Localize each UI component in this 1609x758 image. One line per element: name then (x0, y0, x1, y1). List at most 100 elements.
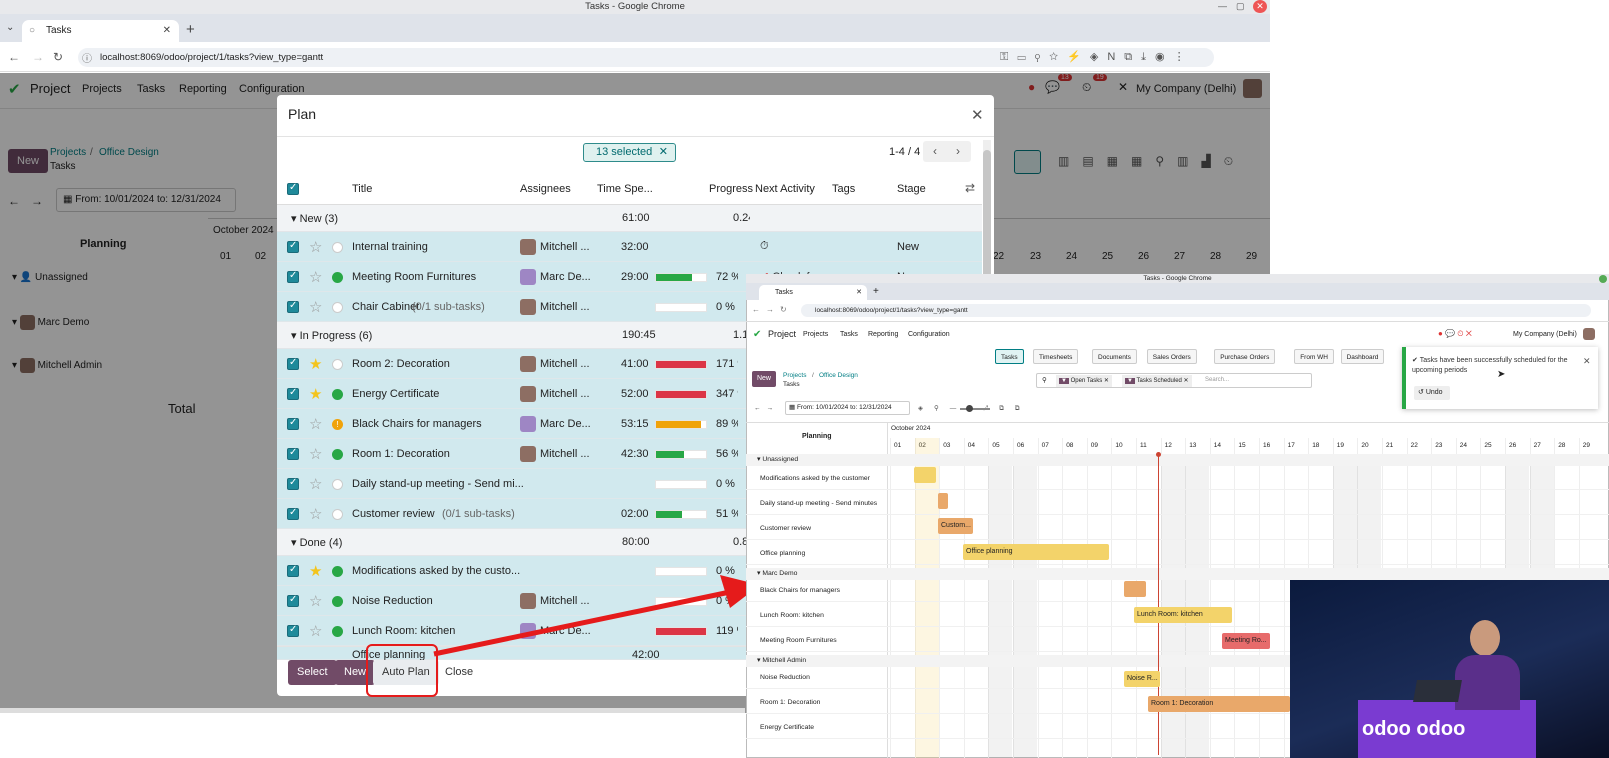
activity-clock-icon[interactable]: ⏱ (760, 240, 769, 253)
inset-filter-label: Open Tasks (1070, 378, 1103, 384)
row-checkbox[interactable] (287, 507, 299, 520)
close-window-icon[interactable]: ✕ (1253, 0, 1267, 13)
group-label[interactable]: ▾ In Progress (6) (291, 329, 372, 342)
pager-next-icon[interactable]: › (956, 141, 960, 162)
kanban-state-icon[interactable] (332, 389, 343, 400)
selected-badge[interactable]: 13 selected ✕ (583, 143, 676, 162)
star-icon[interactable]: ☆ (309, 475, 322, 493)
kanban-state-icon[interactable] (332, 509, 343, 520)
task-title[interactable]: Internal training (352, 241, 428, 253)
pager-prev-icon[interactable]: ‹ (933, 141, 937, 162)
assignee-name[interactable]: Marc De... (540, 418, 591, 430)
col-title[interactable]: Title (352, 183, 372, 195)
row-checkbox[interactable] (287, 417, 299, 430)
kanban-state-icon[interactable] (332, 479, 343, 490)
task-title[interactable]: Meeting Room Furnitures (352, 271, 476, 283)
col-tags[interactable]: Tags (832, 183, 855, 195)
star-icon[interactable]: ★ (309, 355, 322, 373)
star-icon[interactable]: ☆ (309, 505, 322, 523)
kanban-state-icon[interactable] (332, 272, 343, 283)
task-title[interactable]: Daily stand-up meeting - Send mi... (352, 478, 524, 490)
kanban-state-icon[interactable] (332, 596, 343, 607)
extension-icons[interactable]: ⚿▭⚲☆⚡◈N⧉⤓◉⋮ (1000, 50, 1194, 64)
row-checkbox[interactable] (287, 564, 299, 577)
clear-selection-icon[interactable]: ✕ (659, 144, 668, 161)
group-label[interactable]: ▾ New (3) (291, 212, 338, 225)
avatar (520, 356, 536, 372)
star-icon[interactable]: ★ (309, 385, 322, 403)
task-title[interactable]: Room 1: Decoration (352, 448, 450, 460)
task-title[interactable]: Customer review (352, 508, 435, 520)
row-checkbox[interactable] (287, 594, 299, 607)
task-title[interactable]: Energy Certificate (352, 388, 439, 400)
page-scrollbar[interactable] (0, 708, 745, 713)
col-progress[interactable]: Progress (709, 183, 753, 195)
star-icon[interactable]: ★ (309, 562, 322, 580)
row-checkbox[interactable] (287, 270, 299, 283)
inset-bar-modifications (914, 467, 936, 483)
row-checkbox[interactable] (287, 240, 299, 253)
inset-row-label: Office planning (760, 550, 805, 557)
col-assignees[interactable]: Assignees (520, 183, 571, 195)
pager-buttons[interactable]: ‹ › (923, 141, 971, 162)
assignee-name[interactable]: Mitchell ... (540, 448, 590, 460)
kanban-state-icon[interactable] (332, 566, 343, 577)
row-checkbox[interactable] (287, 477, 299, 490)
inset-day: 27 (1533, 442, 1541, 449)
star-icon[interactable]: ☆ (309, 268, 322, 286)
col-time-spent[interactable]: Time Spe... (597, 183, 653, 195)
kanban-state-icon[interactable] (332, 626, 343, 637)
row-checkbox[interactable] (287, 387, 299, 400)
site-info-icon[interactable]: ⓘ (82, 50, 92, 65)
assignee-name[interactable]: Marc De... (540, 271, 591, 283)
minimize-icon[interactable]: — (1218, 1, 1227, 11)
browser-tab[interactable]: Tasks ✕ ○ (22, 20, 179, 42)
inset-day: 04 (967, 442, 976, 449)
task-title[interactable]: Noise Reduction (352, 595, 433, 607)
col-stage[interactable]: Stage (897, 183, 926, 195)
task-title[interactable]: Black Chairs for managers (352, 418, 482, 430)
time-spent: 02:00 (621, 508, 649, 520)
star-icon[interactable]: ☆ (309, 445, 322, 463)
kanban-state-icon[interactable] (332, 449, 343, 460)
kanban-state-icon[interactable] (332, 359, 343, 370)
forward-icon[interactable]: → (32, 50, 44, 64)
kanban-state-icon[interactable]: ! (332, 419, 343, 430)
maximize-icon[interactable]: ▢ (1236, 1, 1245, 12)
task-title[interactable]: Chair Cabinet (352, 301, 419, 313)
row-checkbox[interactable] (287, 624, 299, 637)
back-icon[interactable]: ← (8, 50, 20, 64)
assignee-name[interactable]: Mitchell ... (540, 241, 590, 253)
kanban-state-icon[interactable] (332, 242, 343, 253)
star-icon[interactable]: ☆ (309, 415, 322, 433)
reload-icon[interactable]: ↻ (53, 50, 63, 64)
pager[interactable]: 1-4 / 4 (889, 146, 920, 158)
inset-row-name: Customer review (760, 525, 811, 532)
group-label[interactable]: ▾ Done (4) (291, 536, 342, 549)
star-icon[interactable]: ☆ (309, 298, 322, 316)
task-title[interactable]: Room 2: Decoration (352, 358, 450, 370)
inset-row-name: Lunch Room: kitchen (760, 612, 824, 619)
star-icon[interactable]: ☆ (309, 238, 322, 256)
inset-bar-lunch: Lunch Room: kitchen (1134, 607, 1232, 623)
tab-list-icon[interactable]: ⌄ (6, 22, 14, 33)
assignee-name[interactable]: Mitchell ... (540, 388, 590, 400)
assignee-name[interactable]: Mitchell ... (540, 358, 590, 370)
dialog-scroll-thumb[interactable] (983, 150, 991, 290)
assignee-name[interactable]: Mitchell ... (540, 301, 590, 313)
select-button[interactable]: Select (288, 660, 337, 685)
optional-columns-icon[interactable]: ⇄ (965, 181, 975, 195)
new-tab-icon[interactable]: + (186, 21, 195, 38)
row-checkbox[interactable] (287, 357, 299, 370)
row-checkbox[interactable] (287, 447, 299, 460)
star-icon[interactable]: ☆ (309, 592, 322, 610)
close-tab-icon[interactable]: ✕ (163, 20, 171, 42)
star-icon[interactable]: ☆ (309, 622, 322, 640)
dialog-close-icon[interactable]: ✕ (971, 106, 984, 124)
subtask-count: (0/1 sub-tasks) (442, 508, 515, 520)
select-all-checkbox[interactable] (287, 182, 299, 195)
col-next-activity[interactable]: Next Activity (755, 183, 815, 195)
time-spent: 42:30 (621, 448, 649, 460)
kanban-state-icon[interactable] (332, 302, 343, 313)
row-checkbox[interactable] (287, 300, 299, 313)
